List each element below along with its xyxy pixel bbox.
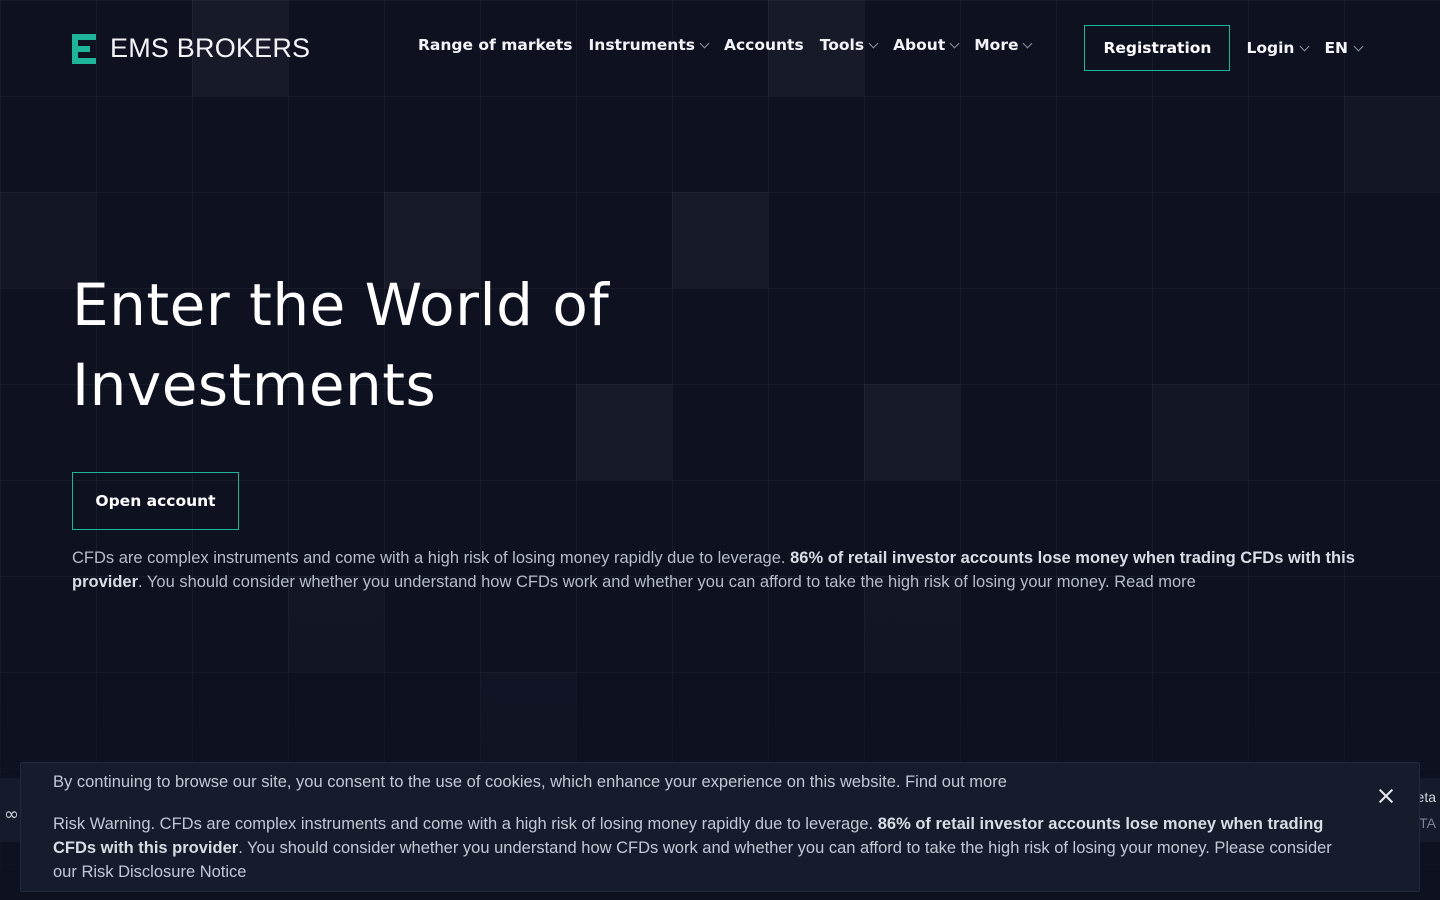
nav-item-accounts[interactable]: Accounts (724, 36, 804, 54)
nav-item-about[interactable]: About (893, 36, 960, 54)
risk-disclosure-link[interactable]: Risk Disclosure Notice (81, 863, 246, 881)
header-actions: Registration Login EN (1084, 25, 1364, 71)
nav-item-label: Tools (819, 36, 865, 54)
hero-title: Enter the World of Investments (72, 265, 772, 425)
risk-text-post: . You should consider whether you unders… (138, 573, 1115, 591)
brand-name: EMS BROKERS (110, 33, 311, 63)
chevron-down-icon (699, 38, 710, 48)
nav-item-label: Range of markets (418, 36, 573, 54)
language-label: EN (1324, 39, 1348, 57)
registration-button[interactable]: Registration (1084, 25, 1231, 71)
hero-risk-warning: CFDs are complex instruments and come wi… (72, 546, 1372, 594)
chevron-down-icon (1353, 41, 1364, 51)
open-account-button[interactable]: Open account (72, 472, 239, 530)
cookie-consent-body: By continuing to browse our site, you co… (53, 773, 906, 791)
risk-text-pre: CFDs are complex instruments and come wi… (72, 549, 791, 567)
hero-title-line1: Enter the World of (72, 271, 610, 339)
find-out-more-link[interactable]: Find out more (905, 773, 1007, 791)
nav-item-more[interactable]: More (974, 36, 1033, 54)
close-icon[interactable] (1377, 787, 1395, 805)
cookie-consent-text: By continuing to browse our site, you co… (53, 773, 1007, 792)
site-header: EMS BROKERS Range of markets Instruments… (0, 0, 1440, 96)
nav-item-tools[interactable]: Tools (819, 36, 879, 54)
nav-item-label: Accounts (723, 36, 804, 54)
cookie-banner: By continuing to browse our site, you co… (20, 762, 1420, 892)
chevron-down-icon (868, 38, 879, 48)
chevron-down-icon (1299, 41, 1310, 51)
read-more-link[interactable]: Read more (1114, 573, 1196, 591)
logo-mark-icon (72, 33, 96, 64)
nav-item-label: More (974, 36, 1019, 54)
main-nav: Range of markets Instruments Accounts To… (418, 36, 1033, 54)
grid-cell (1344, 96, 1440, 192)
nav-item-range-of-markets[interactable]: Range of markets (418, 36, 573, 54)
ticker-item-icon: ∞ (4, 804, 19, 825)
cookie-risk-pre: Risk Warning. CFDs are complex instrumen… (53, 815, 878, 833)
language-selector[interactable]: EN (1324, 39, 1364, 57)
cookie-risk-warning: Risk Warning. CFDs are complex instrumen… (53, 812, 1353, 884)
nav-item-instruments[interactable]: Instruments (588, 36, 710, 54)
nav-item-label: About (893, 36, 946, 54)
login-label: Login (1246, 39, 1295, 57)
grid-cell (1152, 384, 1248, 480)
grid-cell (480, 672, 576, 768)
login-dropdown[interactable]: Login (1246, 39, 1310, 57)
hero-title-line2: Investments (72, 351, 437, 419)
nav-item-label: Instruments (588, 36, 695, 54)
brand-logo[interactable]: EMS BROKERS (72, 33, 310, 64)
chevron-down-icon (949, 38, 960, 48)
chevron-down-icon (1023, 38, 1033, 48)
grid-cell (864, 384, 960, 480)
